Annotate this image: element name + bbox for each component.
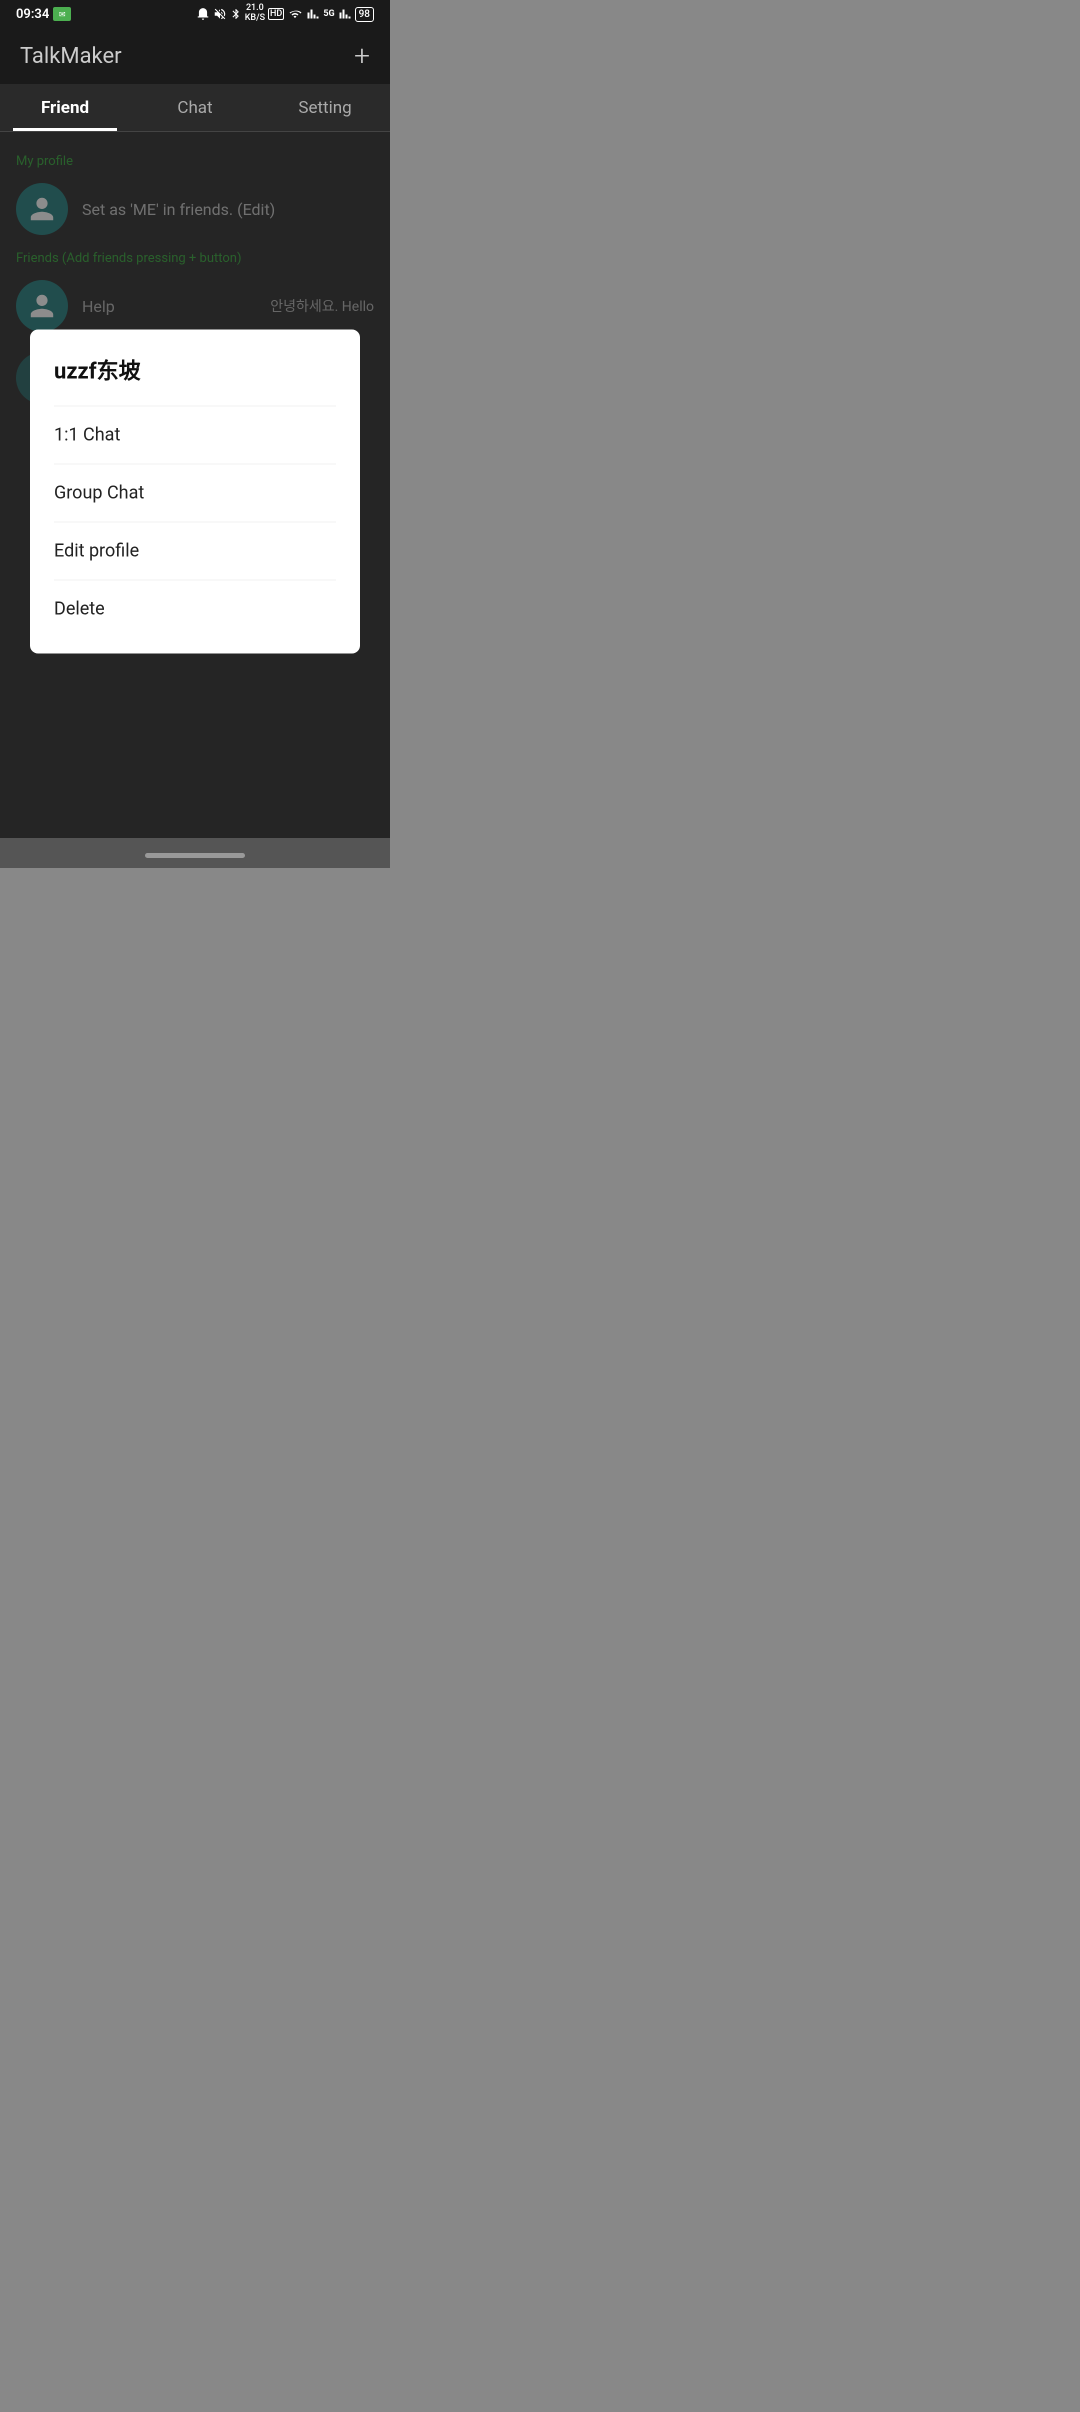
add-button[interactable]: +: [354, 42, 370, 70]
app-screen: 09:34 ✉ 21.0KB/S HD 5G 98: [0, 0, 390, 868]
message-notification-icon: ✉: [53, 7, 71, 21]
home-indicator: [145, 853, 245, 858]
app-header: TalkMaker +: [0, 28, 390, 84]
tab-bar: Friend Chat Setting: [0, 84, 390, 132]
modal-item-group-chat[interactable]: Group Chat: [54, 463, 336, 521]
tab-friend[interactable]: Friend: [0, 84, 130, 131]
5g-label: 5G: [323, 9, 334, 19]
bluetooth-icon: [230, 7, 242, 21]
modal-item-delete[interactable]: Delete: [54, 579, 336, 637]
content-area: My profile Set as 'ME' in friends. (Edit…: [0, 132, 390, 838]
hd-badge: HD: [268, 8, 284, 20]
bottom-nav-area: [0, 838, 390, 868]
status-right: 21.0KB/S HD 5G 98: [196, 4, 374, 24]
modal-item-edit-profile[interactable]: Edit profile: [54, 521, 336, 579]
signal-icon-1: [306, 8, 320, 20]
alarm-icon: [196, 7, 210, 21]
context-menu-modal: uzzf东坡 1:1 Chat Group Chat Edit profile …: [30, 329, 360, 653]
status-time: 09:34: [16, 7, 49, 22]
modal-item-one-on-one-chat[interactable]: 1:1 Chat: [54, 405, 336, 463]
mute-icon: [213, 7, 227, 21]
status-left: 09:34 ✉: [16, 7, 71, 22]
tab-chat[interactable]: Chat: [130, 84, 260, 131]
app-title: TalkMaker: [20, 44, 122, 69]
tab-setting[interactable]: Setting: [260, 84, 390, 131]
data-speed: 21.0KB/S: [245, 4, 265, 24]
status-bar: 09:34 ✉ 21.0KB/S HD 5G 98: [0, 0, 390, 28]
battery-indicator: 98: [355, 7, 374, 22]
modal-title: uzzf东坡: [54, 353, 336, 385]
wifi-icon: [287, 8, 303, 20]
battery-level: 98: [359, 9, 370, 20]
signal-icon-2: [338, 8, 352, 20]
